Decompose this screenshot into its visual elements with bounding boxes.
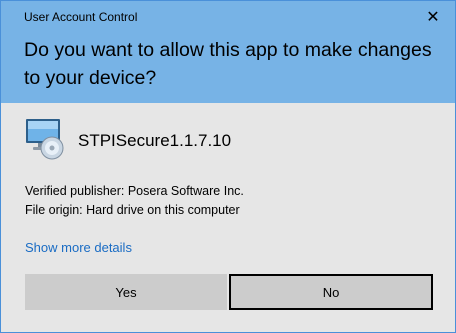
publisher-text: Verified publisher: Posera Software Inc. xyxy=(25,184,244,198)
uac-dialog: User Account Control ✕ Do you want to al… xyxy=(0,0,456,333)
monitor-cd-icon xyxy=(26,119,64,160)
prompt-question: Do you want to allow this app to make ch… xyxy=(24,39,432,89)
file-origin-text: File origin: Hard drive on this computer xyxy=(25,203,240,217)
app-name: STPISecure1.1.7.10 xyxy=(78,131,232,150)
show-more-details-link[interactable]: Show more details xyxy=(25,240,132,255)
dialog-header: User Account Control ✕ Do you want to al… xyxy=(1,1,455,103)
close-icon: ✕ xyxy=(426,9,440,26)
app-details: Verified publisher: Posera Software Inc.… xyxy=(25,182,244,220)
no-button[interactable]: No xyxy=(229,274,433,310)
close-button[interactable]: ✕ xyxy=(421,7,445,27)
window-title: User Account Control xyxy=(24,10,138,24)
yes-button[interactable]: Yes xyxy=(25,274,227,310)
